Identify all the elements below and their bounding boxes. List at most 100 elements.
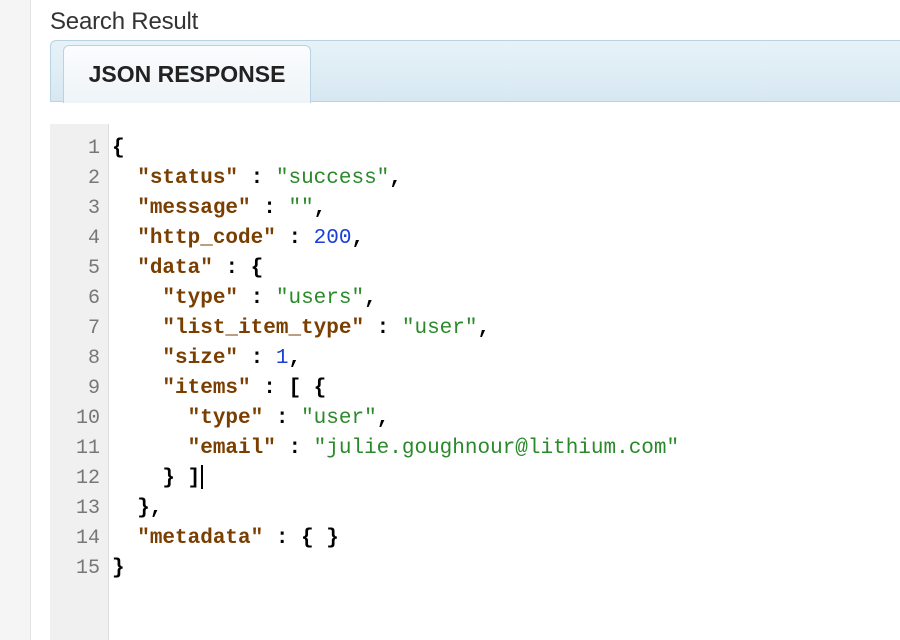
line-number: 9 bbox=[87, 377, 100, 400]
json-punctuation bbox=[112, 197, 137, 220]
json-punctuation bbox=[112, 227, 137, 250]
json-key: "data" bbox=[137, 257, 213, 280]
line-number: 2 bbox=[87, 167, 100, 190]
code-line[interactable]: 7 "list_item_type" : "user", bbox=[50, 314, 900, 344]
json-string: "" bbox=[288, 197, 314, 220]
code-line[interactable]: 9 "items" : [ { bbox=[50, 374, 900, 404]
json-punctuation: : bbox=[275, 227, 314, 250]
line-content: "data" : { bbox=[112, 254, 263, 284]
json-punctuation: , bbox=[389, 167, 402, 190]
line-number: 11 bbox=[75, 437, 100, 460]
line-number: 13 bbox=[75, 497, 100, 520]
json-punctuation: : bbox=[238, 347, 276, 370]
json-punctuation bbox=[112, 257, 137, 280]
line-content: "items" : [ { bbox=[112, 374, 326, 404]
code-line[interactable]: 8 "size" : 1, bbox=[50, 344, 900, 374]
json-punctuation: : bbox=[238, 167, 276, 190]
line-number: 3 bbox=[87, 197, 100, 220]
code-line[interactable]: 10 "type" : "user", bbox=[50, 404, 900, 434]
json-punctuation: : bbox=[364, 317, 402, 340]
json-code-editor[interactable]: 1{2 "status" : "success", 3 "message" : "… bbox=[50, 124, 900, 640]
code-area[interactable]: 1{2 "status" : "success", 3 "message" : "… bbox=[50, 134, 900, 584]
left-strip bbox=[0, 0, 31, 640]
json-punctuation: : bbox=[275, 437, 314, 460]
line-content: "type" : "user", bbox=[112, 404, 390, 434]
json-punctuation bbox=[112, 437, 188, 460]
json-punctuation: : bbox=[250, 197, 289, 220]
json-string: "julie.goughnour@lithium.com" bbox=[313, 437, 680, 460]
json-string: "success" bbox=[275, 167, 390, 190]
json-punctuation: , bbox=[351, 227, 365, 250]
json-punctuation: : { } bbox=[263, 527, 339, 550]
json-punctuation: }, bbox=[112, 497, 163, 520]
json-string: "user" bbox=[301, 407, 377, 430]
line-number: 5 bbox=[87, 257, 100, 280]
text-cursor bbox=[201, 465, 204, 490]
line-number: 4 bbox=[87, 227, 100, 250]
json-punctuation: , bbox=[376, 407, 390, 430]
line-content: } ] bbox=[112, 464, 204, 494]
json-punctuation bbox=[112, 287, 162, 310]
code-line[interactable]: 2 "status" : "success", bbox=[50, 164, 900, 194]
json-punctuation bbox=[112, 167, 137, 190]
code-line[interactable]: 6 "type" : "users", bbox=[50, 284, 900, 314]
json-punctuation: { bbox=[112, 137, 125, 160]
line-content: "size" : 1, bbox=[112, 344, 301, 374]
line-number: 7 bbox=[87, 317, 100, 340]
json-key: "status" bbox=[137, 167, 239, 190]
line-content: "metadata" : { } bbox=[112, 524, 339, 554]
code-line[interactable]: 11 "email" : "julie.goughnour@lithium.co… bbox=[50, 434, 900, 464]
line-number: 14 bbox=[75, 527, 100, 550]
json-key: "email" bbox=[187, 437, 276, 460]
line-content: "http_code" : 200, bbox=[112, 224, 364, 254]
json-punctuation: } bbox=[112, 557, 125, 580]
json-punctuation bbox=[112, 407, 188, 430]
json-punctuation bbox=[112, 347, 162, 370]
line-content: { bbox=[112, 134, 125, 164]
json-key: "items" bbox=[162, 377, 251, 400]
tab-bar: JSON RESPONSE bbox=[50, 40, 900, 103]
code-line[interactable]: 14 "metadata" : { } bbox=[50, 524, 900, 554]
json-punctuation: : { bbox=[212, 257, 264, 280]
json-string: "users" bbox=[275, 287, 365, 310]
line-content: "status" : "success", bbox=[112, 164, 402, 194]
code-line[interactable]: 15} bbox=[50, 554, 900, 584]
code-line[interactable]: 5 "data" : { bbox=[50, 254, 900, 284]
json-punctuation: : bbox=[263, 407, 302, 430]
line-content: "message" : "", bbox=[112, 194, 326, 224]
json-punctuation bbox=[112, 527, 137, 550]
json-key: "size" bbox=[162, 347, 239, 370]
json-punctuation bbox=[112, 377, 162, 400]
json-punctuation: : bbox=[238, 287, 276, 310]
json-number: 1 bbox=[275, 347, 289, 370]
tab-json-response[interactable]: JSON RESPONSE bbox=[63, 45, 311, 103]
json-number: 200 bbox=[313, 227, 352, 250]
json-punctuation: , bbox=[364, 287, 377, 310]
json-punctuation: } ] bbox=[112, 467, 201, 490]
code-line[interactable]: 12 } ] bbox=[50, 464, 900, 494]
json-key: "type" bbox=[162, 287, 239, 310]
section-title: Search Result bbox=[50, 8, 199, 35]
json-key: "message" bbox=[137, 197, 251, 220]
line-number: 15 bbox=[75, 557, 100, 580]
json-punctuation: , bbox=[288, 347, 302, 370]
json-key: "http_code" bbox=[137, 227, 276, 250]
line-number: 8 bbox=[87, 347, 100, 370]
line-content: "type" : "users", bbox=[112, 284, 377, 314]
json-punctuation: , bbox=[477, 317, 491, 340]
json-key: "list_item_type" bbox=[162, 317, 365, 340]
line-number: 6 bbox=[87, 287, 100, 310]
line-content: }, bbox=[112, 494, 162, 524]
code-line[interactable]: 13 }, bbox=[50, 494, 900, 524]
code-line[interactable]: 1{ bbox=[50, 134, 900, 164]
code-line[interactable]: 4 "http_code" : 200, bbox=[50, 224, 900, 254]
line-number: 12 bbox=[75, 467, 100, 490]
line-number: 1 bbox=[87, 137, 100, 160]
code-line[interactable]: 3 "message" : "", bbox=[50, 194, 900, 224]
json-punctuation: , bbox=[313, 197, 327, 220]
json-punctuation bbox=[112, 317, 162, 340]
line-content: "email" : "julie.goughnour@lithium.com" bbox=[112, 434, 680, 464]
line-number: 10 bbox=[75, 407, 100, 430]
json-key: "metadata" bbox=[137, 527, 264, 550]
json-string: "user" bbox=[401, 317, 478, 340]
